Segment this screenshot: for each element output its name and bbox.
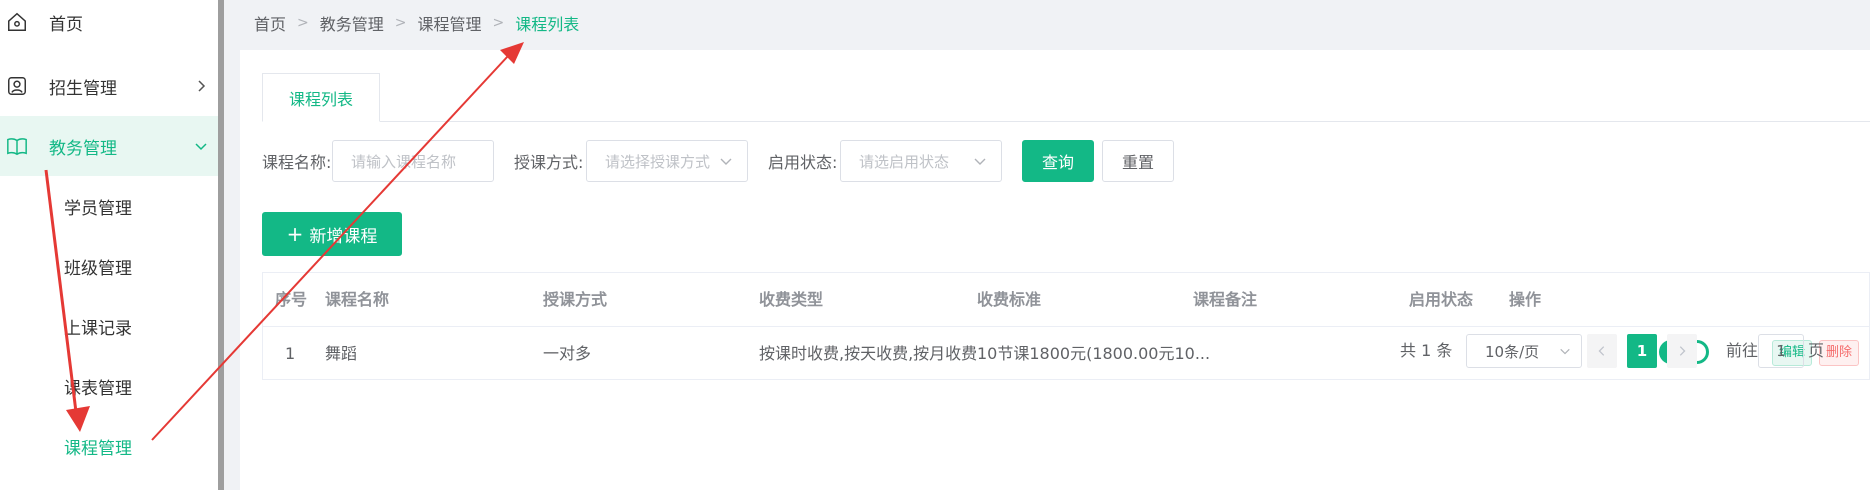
sidebar-subitem-attendance[interactable]: 上课记录 xyxy=(0,296,220,356)
sidebar-item-label: 教务管理 xyxy=(49,138,117,159)
sidebar-subitem-label: 上课记录 xyxy=(64,318,132,339)
column-header: 课程名称 xyxy=(325,290,390,309)
column-header: 操作 xyxy=(1509,290,1542,309)
goto-suffix: 页 xyxy=(1808,341,1825,360)
chevron-right-icon xyxy=(198,80,206,92)
sidebar-item-enrollment[interactable]: 招生管理 xyxy=(0,56,220,116)
page-number-current[interactable]: 1 xyxy=(1627,334,1657,368)
course-name-placeholder: 请输入课程名称 xyxy=(351,152,457,171)
header: 首页 > 教务管理 > 课程管理 > 课程列表 xyxy=(224,0,1870,46)
page-size-select[interactable]: 10条/页 xyxy=(1466,334,1582,368)
tab-course-list[interactable]: 课程列表 xyxy=(262,73,380,122)
breadcrumb: 首页 > 教务管理 > 课程管理 > 课程列表 xyxy=(254,0,579,46)
cell-index: 1 xyxy=(285,344,296,363)
pagination-total: 共 1 条 xyxy=(1400,341,1453,360)
chevron-left-icon xyxy=(1598,346,1605,356)
sidebar-item-label: 首页 xyxy=(49,14,83,35)
cell-fee-standard: 10节课1800元(1800.00元10... xyxy=(977,344,1211,363)
breadcrumb-current: 课程列表 xyxy=(515,15,580,34)
plus-icon: + xyxy=(286,222,304,246)
teaching-mode-placeholder: 请选择授课方式 xyxy=(605,152,711,171)
sidebar-subitem-label: 班级管理 xyxy=(64,258,132,279)
next-page-button[interactable] xyxy=(1667,334,1697,368)
book-icon xyxy=(7,138,27,156)
chevron-right-icon xyxy=(1679,346,1686,356)
chevron-down-icon xyxy=(974,158,986,165)
sidebar: 首页 招生管理 教务管理 学员管理 班级管理 上课记录 课表管理 课程管理 xyxy=(0,0,220,490)
breadcrumb-separator-icon: > xyxy=(394,15,407,31)
page-size-value: 10条/页 xyxy=(1485,342,1540,361)
column-header: 课程备注 xyxy=(1193,290,1258,309)
column-header: 启用状态 xyxy=(1409,290,1474,309)
chevron-down-icon xyxy=(1560,348,1570,355)
delete-button[interactable]: 删除 xyxy=(1819,340,1860,366)
main-panel: 课程列表 课程名称: 请输入课程名称 授课方式: 请选择授课方式 启用状态: 请… xyxy=(240,50,1870,490)
column-header: 授课方式 xyxy=(543,290,608,309)
add-course-label: 新增课程 xyxy=(309,226,378,247)
column-header: 收费标准 xyxy=(977,290,1042,309)
status-select[interactable]: 请选启用状态 xyxy=(840,140,1002,182)
teaching-mode-select[interactable]: 请选择授课方式 xyxy=(586,140,748,182)
sidebar-subitem-label: 课表管理 xyxy=(64,378,132,399)
app-root: 首页 招生管理 教务管理 学员管理 班级管理 上课记录 课表管理 课程管理 首页… xyxy=(0,0,1870,490)
sidebar-item-home[interactable]: 首页 xyxy=(0,0,220,52)
breadcrumb-academic[interactable]: 教务管理 xyxy=(320,11,384,35)
sidebar-subitem-students[interactable]: 学员管理 xyxy=(0,176,220,236)
sidebar-subitem-label: 课程管理 xyxy=(64,438,132,459)
sidebar-item-academic[interactable]: 教务管理 xyxy=(0,116,220,176)
add-course-button[interactable]: + 新增课程 xyxy=(262,212,402,256)
breadcrumb-separator-icon: > xyxy=(297,15,309,31)
breadcrumb-course-management[interactable]: 课程管理 xyxy=(418,11,482,35)
home-icon xyxy=(8,12,26,31)
tabs-divider xyxy=(262,121,1870,122)
sidebar-subitem-label: 学员管理 xyxy=(64,198,132,219)
goto-page-input[interactable]: 1 xyxy=(1758,334,1804,368)
prev-page-button[interactable] xyxy=(1587,334,1617,368)
table-header: 序号 课程名称 授课方式 收费类型 收费标准 课程备注 启用状态 操作 xyxy=(263,273,1869,327)
sidebar-subitem-timetable[interactable]: 课表管理 xyxy=(0,356,220,416)
chevron-down-icon xyxy=(720,158,732,165)
status-label: 启用状态: xyxy=(768,153,838,172)
reset-button[interactable]: 重置 xyxy=(1102,140,1174,182)
sidebar-subitem-classes[interactable]: 班级管理 xyxy=(0,236,220,296)
status-placeholder: 请选启用状态 xyxy=(859,152,950,171)
cell-fee-type: 按课时收费,按天收费,按月收费 xyxy=(759,344,978,363)
cell-course-name: 舞蹈 xyxy=(325,344,358,363)
teaching-mode-label: 授课方式: xyxy=(514,153,584,172)
column-header: 收费类型 xyxy=(759,290,824,309)
sidebar-item-label: 招生管理 xyxy=(49,78,117,99)
sidebar-scrollbar[interactable] xyxy=(218,0,224,490)
course-name-label: 课程名称: xyxy=(262,153,332,172)
query-button[interactable]: 查询 xyxy=(1022,140,1094,182)
course-name-input[interactable]: 请输入课程名称 xyxy=(332,140,494,182)
chevron-down-icon xyxy=(195,143,207,151)
sidebar-subitem-courses[interactable]: 课程管理 xyxy=(0,416,220,476)
goto-prefix: 前往 xyxy=(1726,341,1759,360)
breadcrumb-separator-icon: > xyxy=(492,15,505,31)
column-header: 序号 xyxy=(275,290,308,309)
cell-teaching-mode: 一对多 xyxy=(543,344,592,363)
breadcrumb-home[interactable]: 首页 xyxy=(254,11,286,35)
user-badge-icon xyxy=(8,77,26,95)
